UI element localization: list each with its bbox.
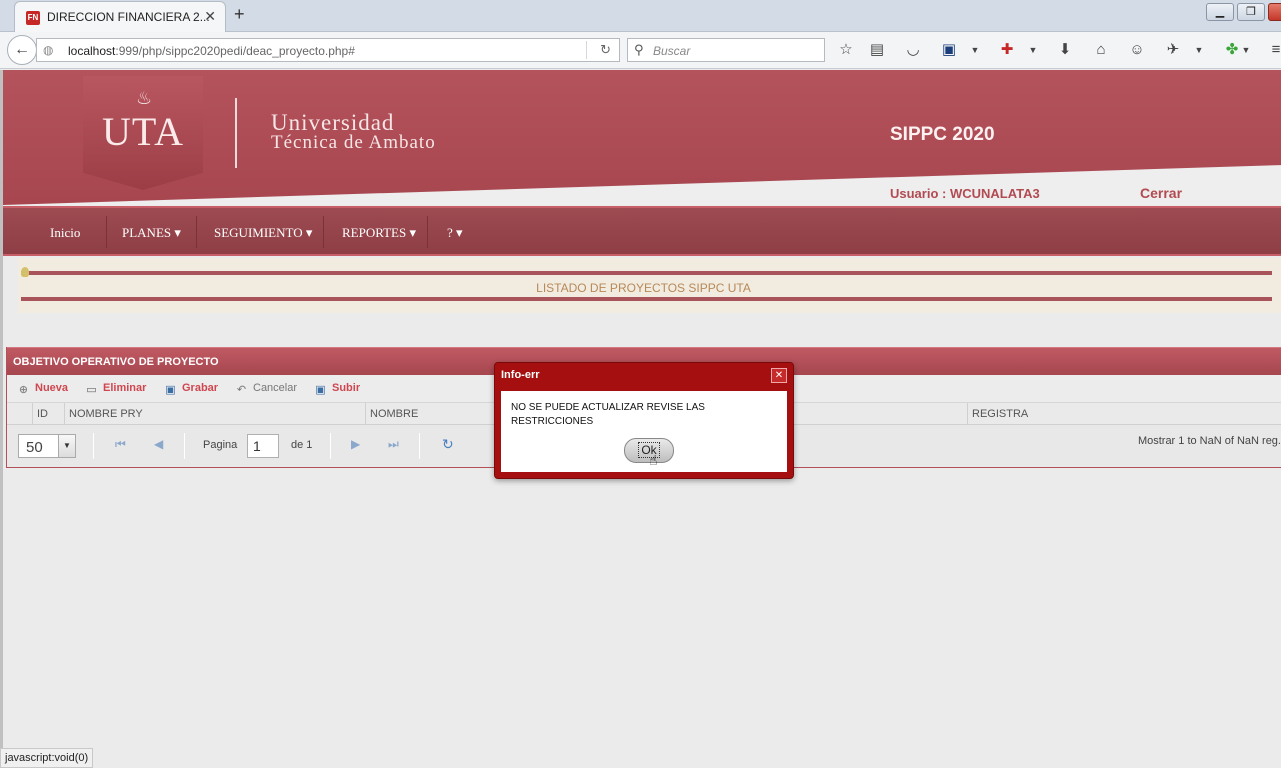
- addon-dropdown-icon[interactable]: ▼: [1023, 40, 1043, 60]
- info-title: LISTADO DE PROYECTOS SIPPC UTA: [536, 281, 751, 295]
- floppy-icon: ▣: [165, 384, 176, 396]
- tab-close-icon[interactable]: ✕: [204, 8, 216, 25]
- addon-red-cross-icon[interactable]: ✚: [997, 40, 1017, 60]
- window-close-button[interactable]: [1268, 3, 1281, 21]
- window-restore-button[interactable]: ❐: [1237, 3, 1265, 21]
- panel-title: OBJETIVO OPERATIVO DE PROYECTO: [13, 356, 219, 368]
- delete-icon: ▭: [86, 384, 97, 396]
- add-icon: ⊕: [18, 384, 29, 396]
- addon-icon[interactable]: ✈: [1163, 40, 1183, 60]
- chat-icon[interactable]: ☺: [1127, 40, 1147, 60]
- upload-button[interactable]: ▣ Subir: [313, 382, 360, 397]
- page-label: Pagina: [203, 439, 238, 451]
- browser-tab[interactable]: FN DIRECCION FINANCIERA 2... ✕: [14, 1, 226, 32]
- new-button[interactable]: ⊕ Nueva: [16, 382, 68, 397]
- save-dropdown-icon[interactable]: ▼: [965, 40, 985, 60]
- menu-item-seguimiento[interactable]: SEGUIMIENTO ▾: [214, 225, 312, 241]
- dialog-title: Info-err: [501, 369, 540, 381]
- download-icon[interactable]: ⬇: [1055, 40, 1075, 60]
- tab-title: DIRECCION FINANCIERA 2...: [47, 10, 210, 24]
- main-menu: Inicio PLANES ▾ SEGUIMIENTO ▾ REPORTES ▾…: [3, 206, 1281, 256]
- dialog-close-icon[interactable]: ✕: [771, 368, 787, 383]
- next-page-icon[interactable]: ▶: [351, 437, 360, 451]
- globe-icon: ◍: [43, 43, 54, 57]
- search-icon: ⚲: [634, 42, 644, 57]
- first-page-icon[interactable]: ⏮: [115, 437, 126, 452]
- home-icon[interactable]: ⌂: [1091, 40, 1111, 60]
- last-page-icon[interactable]: ⏭: [388, 437, 399, 452]
- status-bar: javascript:void(0): [0, 748, 94, 768]
- menu-hamburger-icon[interactable]: ≡: [1266, 40, 1281, 60]
- search-input[interactable]: ⚲ Buscar: [627, 38, 825, 62]
- bookmark-star-icon[interactable]: ☆: [836, 40, 856, 60]
- addon2-dropdown-icon[interactable]: ▼: [1189, 40, 1209, 60]
- cancel-button[interactable]: ↶ Cancelar: [234, 382, 297, 397]
- reading-list-icon[interactable]: ▤: [867, 40, 887, 60]
- back-arrow-icon[interactable]: ←: [7, 35, 37, 65]
- browser-navbar: ← ◍ localhost:999/php/sippc2020pedi/deac…: [0, 32, 1281, 69]
- favicon-icon: FN: [26, 11, 40, 25]
- save-page-icon[interactable]: ▣: [939, 40, 959, 60]
- dialog-message: NO SE PUEDE ACTUALIZAR REVISE LAS RESTRI…: [511, 402, 705, 427]
- page-size-select[interactable]: 50 ▼: [18, 434, 76, 458]
- menu-item-inicio[interactable]: Inicio: [50, 225, 80, 241]
- dialog-body: NO SE PUEDE ACTUALIZAR REVISE LAS RESTRI…: [501, 391, 787, 472]
- page-number-input[interactable]: 1: [247, 434, 279, 458]
- address-bar[interactable]: ◍ localhost:999/php/sippc2020pedi/deac_p…: [36, 38, 620, 62]
- column-header-id[interactable]: ID: [32, 403, 64, 425]
- menu-item-help[interactable]: ? ▾: [447, 225, 463, 241]
- url-text: localhost:999/php/sippc2020pedi/deac_pro…: [68, 44, 355, 58]
- flame-icon: ♨: [136, 88, 153, 108]
- search-placeholder: Buscar: [653, 44, 691, 58]
- delete-button[interactable]: ▭ Eliminar: [84, 382, 146, 397]
- reload-icon[interactable]: ↻: [600, 42, 611, 58]
- header-banner: ♨ UTA Universidad Técnica de Ambato SIPP…: [3, 70, 1281, 205]
- refresh-icon[interactable]: ↻: [442, 436, 454, 453]
- browser-titlebar: FN DIRECCION FINANCIERA 2... ✕ + ▁ ❐: [0, 0, 1281, 32]
- column-header-nombre-pry[interactable]: NOMBRE PRY: [64, 403, 365, 425]
- prev-page-icon[interactable]: ◀: [154, 437, 163, 451]
- menu-item-planes[interactable]: PLANES ▾: [122, 225, 181, 241]
- system-title: SIPPC 2020: [890, 124, 995, 145]
- user-label: Usuario : WCUNALATA3: [890, 186, 1040, 201]
- university-name-line2: Técnica de Ambato: [271, 132, 436, 153]
- logo-text: UTA: [101, 109, 184, 154]
- menu-item-reportes[interactable]: REPORTES ▾: [342, 225, 416, 241]
- undo-icon: ↶: [236, 384, 247, 396]
- puzzle-dropdown-icon[interactable]: ▼: [1236, 40, 1256, 60]
- floppy-upload-icon: ▣: [315, 384, 326, 396]
- logout-link[interactable]: Cerrar: [1140, 185, 1182, 201]
- save-button[interactable]: ▣ Grabar: [163, 382, 218, 397]
- lightbulb-icon: [21, 267, 29, 277]
- error-dialog: Info-err ✕ NO SE PUEDE ACTUALIZAR REVISE…: [494, 362, 794, 479]
- new-tab-icon[interactable]: +: [234, 4, 245, 25]
- hand-cursor-icon: ☝: [649, 452, 658, 468]
- window-minimize-button[interactable]: ▁: [1206, 3, 1234, 21]
- chevron-down-icon: ▼: [58, 435, 75, 457]
- column-header-registra[interactable]: REGISTRA: [967, 403, 1269, 425]
- page-total: de 1: [291, 439, 313, 451]
- pager-info: Mostrar 1 to NaN of NaN reg.: [1137, 435, 1281, 447]
- pocket-icon[interactable]: ◡: [903, 40, 923, 60]
